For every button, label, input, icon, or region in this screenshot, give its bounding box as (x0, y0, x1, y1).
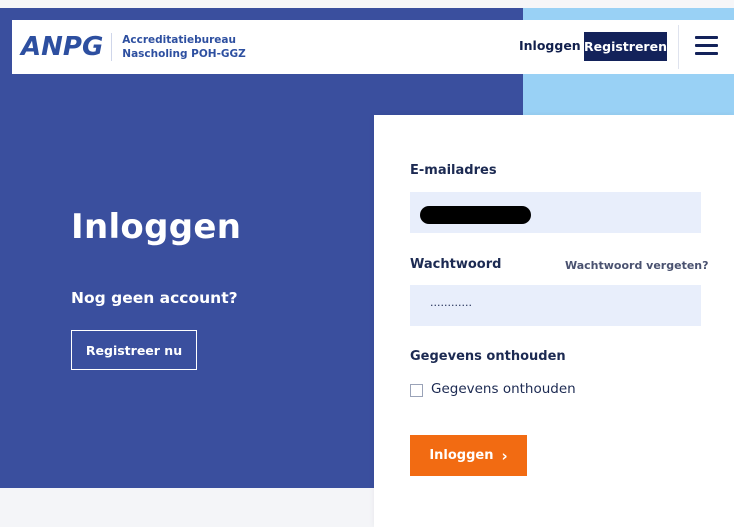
chevron-right-icon: › (501, 446, 508, 465)
forgot-password-link[interactable]: Wachtwoord vergeten? (565, 259, 709, 272)
nav-register-button[interactable]: Registreren (584, 32, 667, 61)
login-submit-button[interactable]: Inloggen › (410, 435, 527, 476)
remember-checkbox[interactable] (410, 384, 423, 397)
no-account-heading: Nog geen account? (71, 289, 238, 307)
remember-checkbox-label[interactable]: Gegevens onthouden (431, 381, 576, 397)
email-label: E-mailadres (410, 163, 497, 178)
nav-login-link[interactable]: Inloggen (519, 38, 581, 53)
submit-label: Inloggen (429, 448, 494, 463)
site-header: ANPG Accreditatiebureau Nascholing POH-G… (12, 20, 734, 74)
logo-subtitle: Accreditatiebureau Nascholing POH-GGZ (122, 33, 246, 61)
logo-subtitle-line2: Nascholing POH-GGZ (122, 48, 246, 60)
remember-section-label: Gegevens onthouden (410, 349, 566, 364)
hamburger-menu-icon[interactable] (695, 36, 718, 56)
logo-divider (111, 33, 113, 61)
nav-divider (678, 25, 679, 69)
password-label: Wachtwoord (410, 257, 502, 272)
login-form-card: E-mailadres Wachtwoord Wachtwoord verget… (374, 115, 734, 527)
page-title: Inloggen (71, 207, 242, 247)
logo-subtitle-line1: Accreditatiebureau (122, 34, 236, 46)
site-logo[interactable]: ANPG Accreditatiebureau Nascholing POH-G… (21, 30, 246, 64)
redacted-email-value (420, 206, 531, 224)
logo-wordmark: ANPG (21, 32, 104, 62)
password-value: ············ (430, 299, 472, 312)
register-now-button[interactable]: Registreer nu (71, 330, 197, 370)
